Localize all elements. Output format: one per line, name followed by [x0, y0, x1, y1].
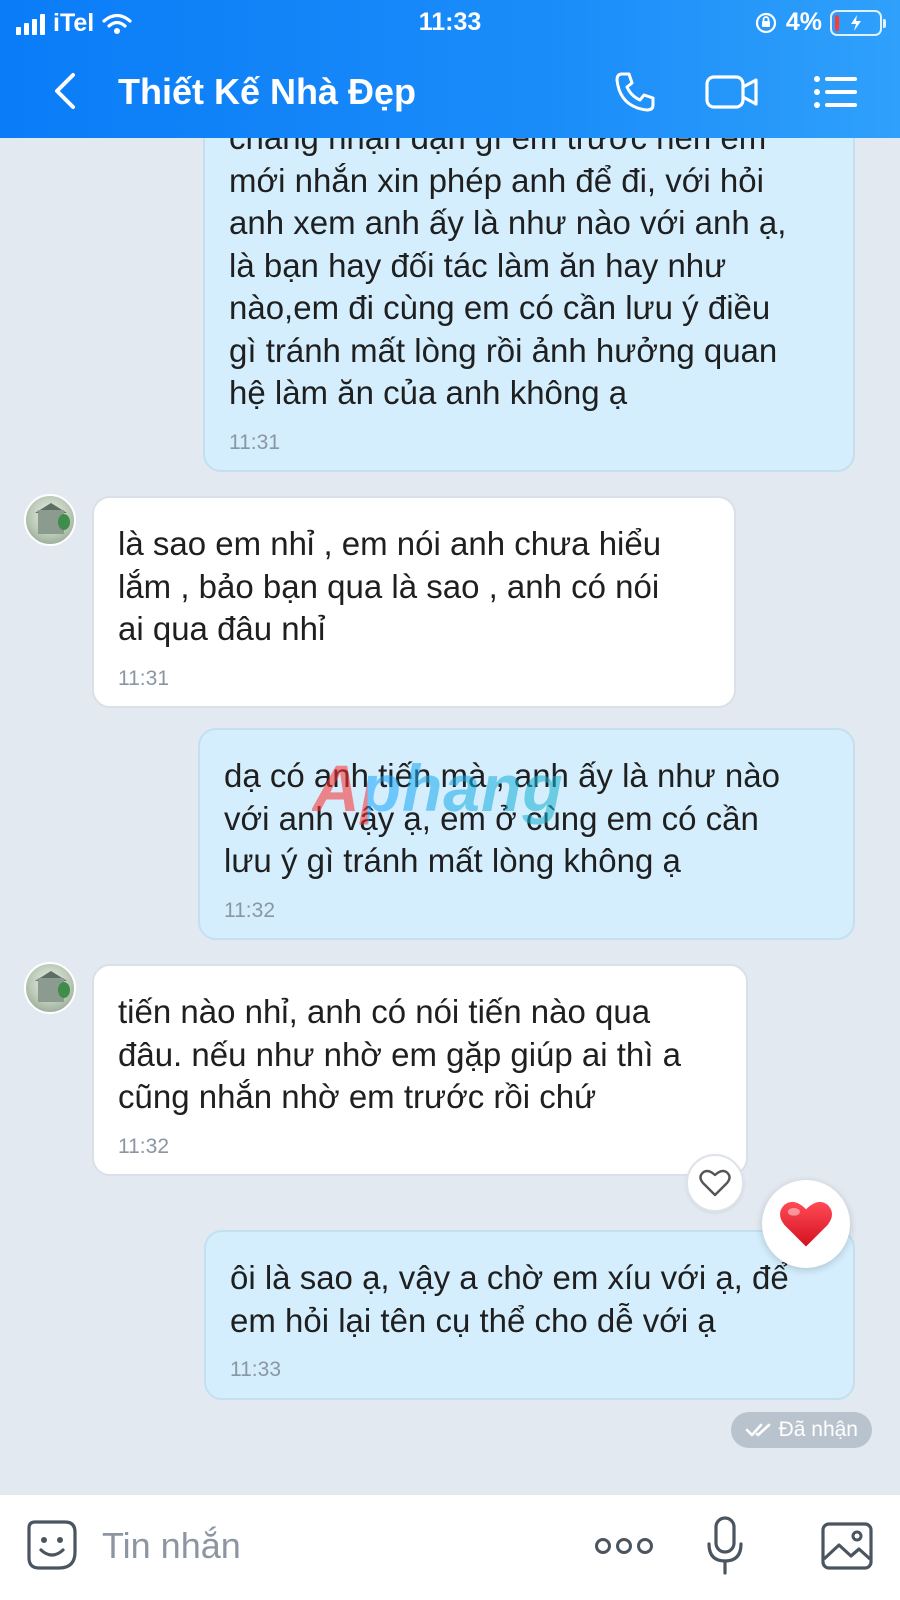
message-time: 11:32	[118, 1134, 169, 1158]
message-input-bar	[0, 1494, 900, 1600]
double-check-icon	[745, 1423, 770, 1437]
top-bar: iTel 11:33 4% Thiết Kế Nhà Đẹp	[0, 0, 900, 138]
more-options-button[interactable]	[592, 1521, 656, 1571]
message-bubble-sent[interactable]: chẳng nhận dạn gì em trước nên em mới nh…	[203, 138, 855, 472]
message-text: ôi là sao ạ, vậy a chờ em xíu với ạ, để …	[230, 1259, 789, 1339]
message-bubble-received[interactable]: tiến nào nhỉ, anh có nói tiến nào qua đâ…	[92, 964, 748, 1176]
message-text: chẳng nhận dạn gì em trước nên em mới nh…	[229, 138, 787, 411]
video-camera-icon	[705, 75, 758, 109]
image-picker-button[interactable]	[818, 1517, 876, 1575]
message-input[interactable]	[102, 1521, 552, 1571]
smiley-sticker-icon	[27, 1520, 77, 1570]
message-time: 11:31	[229, 430, 280, 454]
message-text: dạ có anh tiến mà , anh ấy là như nào vớ…	[224, 757, 780, 879]
more-dots-icon	[595, 1538, 653, 1554]
phone-icon	[615, 72, 655, 112]
chat-header: Thiết Kế Nhà Đẹp	[0, 46, 900, 138]
chat-title[interactable]: Thiết Kế Nhà Đẹp	[118, 71, 416, 113]
voice-call-button[interactable]	[605, 64, 665, 120]
delivery-status-badge: Đã nhận	[730, 1412, 872, 1448]
message-time: 11:31	[118, 666, 169, 690]
status-right: 4%	[754, 8, 886, 37]
back-button[interactable]	[40, 66, 90, 116]
options-menu-button[interactable]	[806, 64, 866, 120]
list-menu-icon	[814, 76, 857, 108]
message-time: 11:33	[230, 1358, 281, 1381]
chevron-left-icon	[55, 73, 75, 109]
message-text: tiến nào nhỉ, anh có nói tiến nào qua đâ…	[118, 993, 681, 1115]
message-bubble-sent[interactable]: dạ có anh tiến mà , anh ấy là như nào vớ…	[198, 728, 855, 940]
message-text: là sao em nhỉ , em nói anh chưa hiểu lắm…	[118, 525, 662, 647]
microphone-icon	[707, 1516, 743, 1575]
message-time: 11:32	[224, 898, 275, 922]
heart-filled-icon	[780, 1201, 832, 1247]
contact-avatar[interactable]	[24, 494, 76, 546]
orientation-lock-icon	[754, 11, 778, 35]
delivery-status-text: Đã nhận	[778, 1418, 858, 1441]
voice-record-button[interactable]	[700, 1511, 750, 1581]
battery-percent: 4%	[785, 8, 822, 36]
status-bar: iTel 11:33 4%	[0, 0, 900, 46]
sticker-button[interactable]	[22, 1515, 82, 1575]
react-heart-button[interactable]	[686, 1154, 744, 1212]
heart-reaction[interactable]	[762, 1180, 850, 1268]
battery-icon	[830, 9, 886, 36]
contact-avatar[interactable]	[24, 962, 76, 1014]
heart-outline-icon	[699, 1169, 731, 1197]
chat-messages[interactable]: chẳng nhận dạn gì em trước nên em mới nh…	[0, 138, 900, 1494]
message-bubble-received[interactable]: là sao em nhỉ , em nói anh chưa hiểu lắm…	[92, 496, 736, 708]
message-bubble-sent[interactable]: ôi là sao ạ, vậy a chờ em xíu với ạ, để …	[204, 1230, 855, 1400]
video-call-button[interactable]	[702, 64, 762, 120]
image-gallery-icon	[821, 1522, 873, 1570]
